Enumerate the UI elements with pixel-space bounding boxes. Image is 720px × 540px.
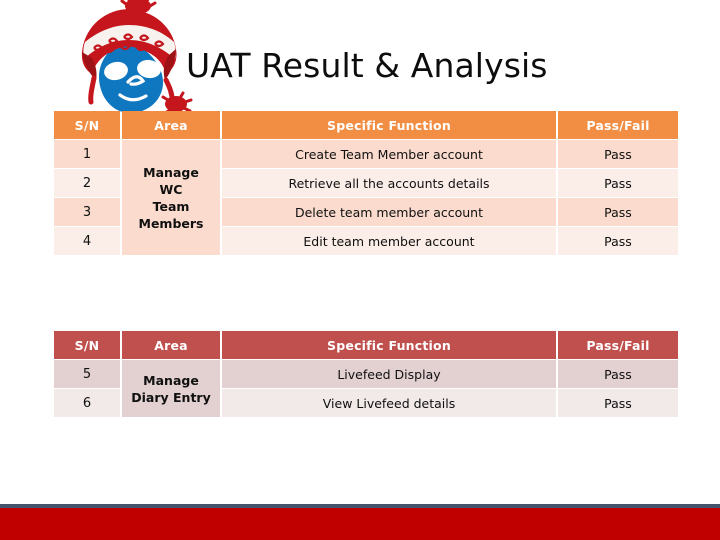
cell-sn: 3 (54, 198, 120, 226)
column-header-sn: S/N (54, 331, 120, 359)
cell-result: Pass (558, 198, 678, 226)
column-header-area: Area (122, 111, 220, 139)
area-line: Manage (143, 164, 199, 180)
cell-sn: 2 (54, 169, 120, 197)
cell-sn: 1 (54, 140, 120, 168)
table-header-row: S/N Area Specific Function Pass/Fail (54, 331, 678, 359)
uat-results-table-diary-entry: S/N Area Specific Function Pass/Fail 5 M… (52, 330, 680, 418)
drupal-druplicon-winter-hat-logo (52, 0, 202, 120)
cell-sn: 5 (54, 360, 120, 388)
page-title: UAT Result & Analysis (186, 46, 548, 85)
column-header-area: Area (122, 331, 220, 359)
cell-result: Pass (558, 227, 678, 255)
table-row: 5 Manage Diary Entry Livefeed Display Pa… (54, 360, 678, 417)
slide-canvas: UAT Result & Analysis S/N Area Specific … (0, 0, 720, 540)
table-row: 1 Manage WC Team Members Create Team Mem… (54, 140, 678, 255)
uat-results-table-wc-team-members: S/N Area Specific Function Pass/Fail 1 M… (52, 110, 680, 256)
area-line: Members (138, 215, 204, 231)
table-header-row: S/N Area Specific Function Pass/Fail (54, 111, 678, 139)
area-line: Diary Entry (131, 389, 211, 405)
cell-result: Pass (558, 360, 678, 388)
cell-result: Pass (558, 389, 678, 417)
column-header-sn: S/N (54, 111, 120, 139)
cell-result: Pass (558, 169, 678, 197)
area-line: Manage (143, 372, 199, 388)
cell-function: Create Team Member account (222, 140, 556, 168)
cell-result: Pass (558, 140, 678, 168)
cell-sn: 6 (54, 389, 120, 417)
column-header-passfail: Pass/Fail (558, 111, 678, 139)
cell-area-merged: Manage Diary Entry (122, 360, 220, 417)
cell-area-merged: Manage WC Team Members (122, 140, 220, 255)
cell-function: Edit team member account (222, 227, 556, 255)
column-header-function: Specific Function (222, 111, 556, 139)
area-line: WC (159, 181, 183, 197)
cell-function: Retrieve all the accounts details (222, 169, 556, 197)
cell-sn: 4 (54, 227, 120, 255)
area-line: Team (152, 198, 190, 214)
cell-function: Delete team member account (222, 198, 556, 226)
cell-function: Livefeed Display (222, 360, 556, 388)
cell-function: View Livefeed details (222, 389, 556, 417)
column-header-passfail: Pass/Fail (558, 331, 678, 359)
footer-red-band (0, 508, 720, 540)
column-header-function: Specific Function (222, 331, 556, 359)
